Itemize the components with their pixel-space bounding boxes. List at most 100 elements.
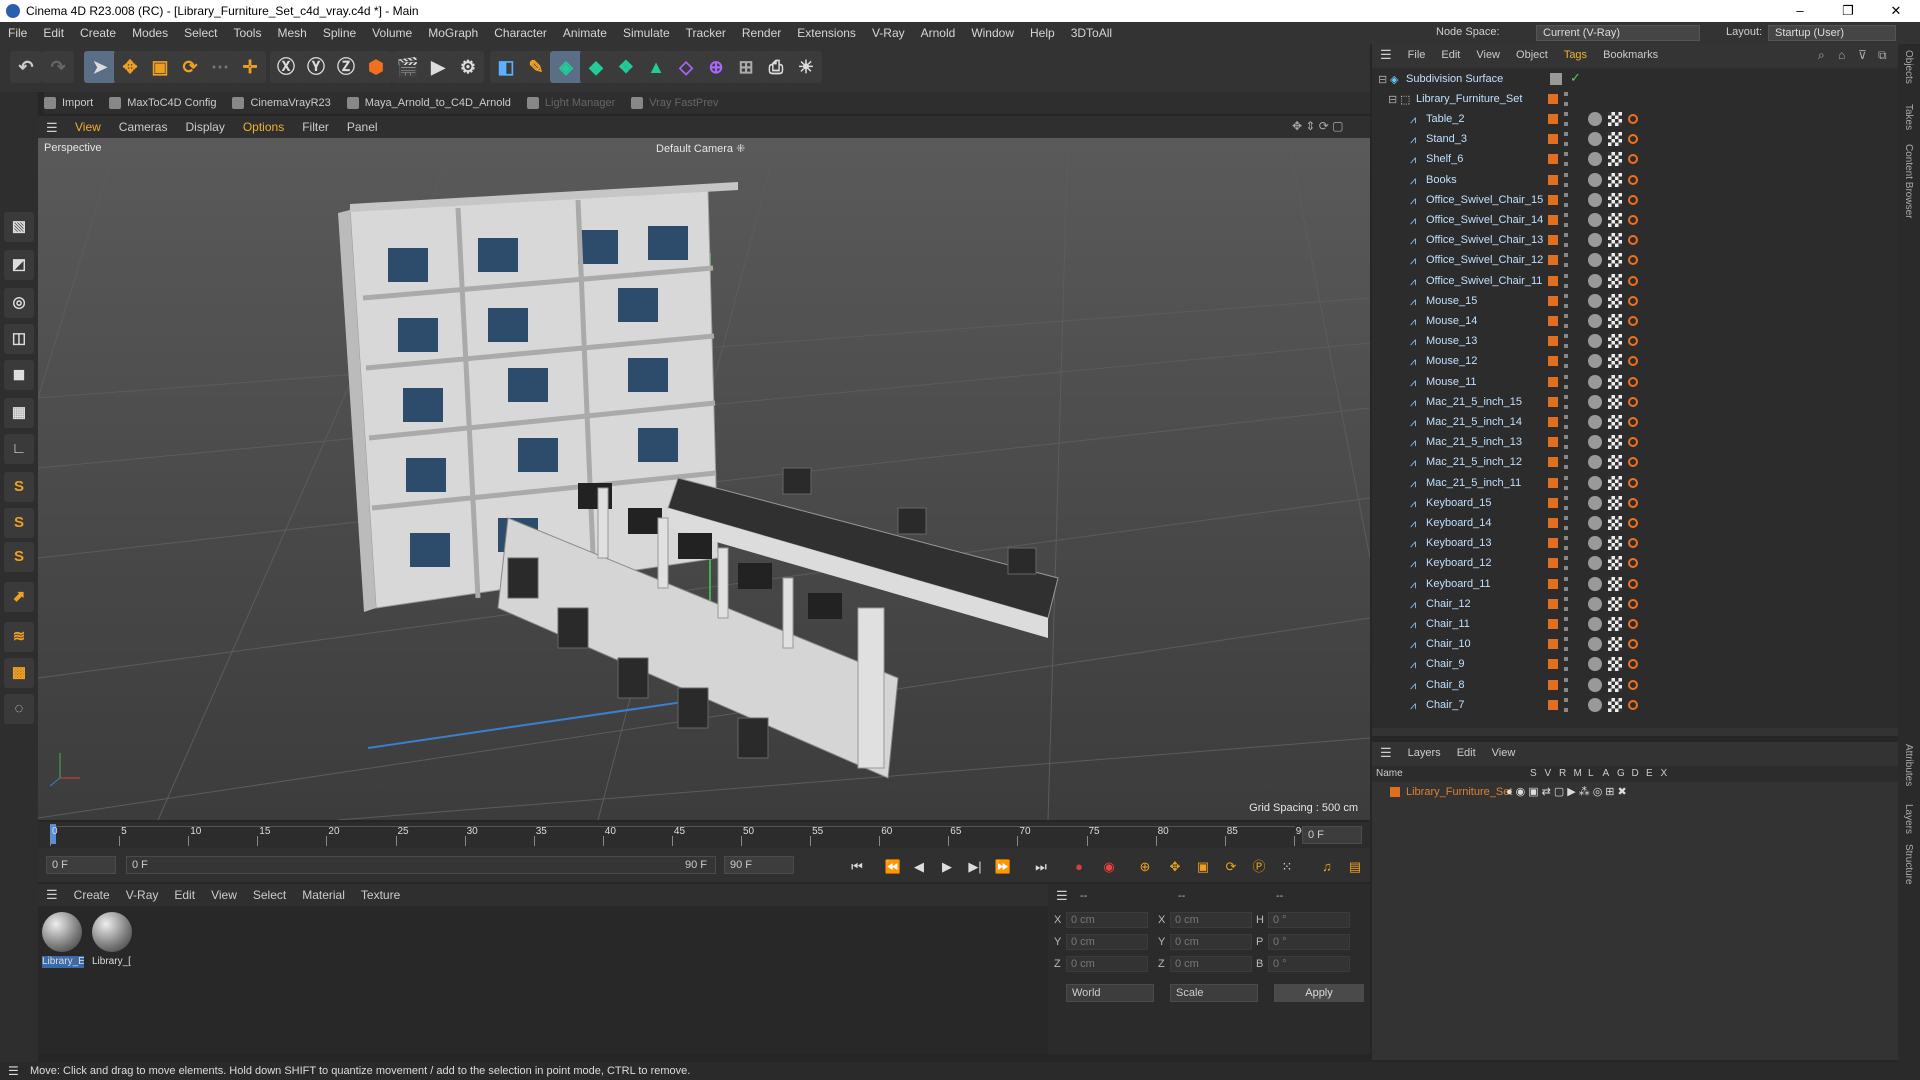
select-arrow-icon[interactable]: ➤ [84,51,116,83]
viewport-menu-panel[interactable]: Panel [338,120,387,134]
position-key-icon[interactable]: ✥ [1164,856,1186,878]
phong-tag-icon[interactable] [1628,659,1638,670]
hamburger-icon[interactable]: ☰ [1372,745,1400,761]
object-row[interactable]: ⩘ Mouse_15 [1372,292,1898,312]
vray-material-tag-icon[interactable] [1588,455,1602,470]
end-frame-field[interactable]: 90 F [724,856,794,874]
menu-help[interactable]: Help [1022,26,1063,40]
visibility-dots-icon[interactable] [1564,394,1568,409]
texture-tag-icon[interactable] [1608,596,1622,611]
texture-tag-icon[interactable] [1608,677,1622,692]
layer-column-flag[interactable]: V [1545,768,1552,779]
coordinate-system-select[interactable]: World [1066,984,1154,1002]
texture-tag-icon[interactable] [1608,273,1622,288]
menu-volume[interactable]: Volume [364,26,420,40]
visibility-dots-icon[interactable] [1564,536,1568,551]
plugin-button[interactable]: MaxToC4D Config [109,97,216,109]
pen-icon[interactable]: ✎ [520,51,552,83]
phong-tag-icon[interactable] [1628,275,1638,286]
phong-tag-icon[interactable] [1628,356,1638,367]
menu-extensions[interactable]: Extensions [789,26,864,40]
object-row[interactable]: ⩘ Keyboard_13 [1372,534,1898,554]
phong-tag-icon[interactable] [1628,518,1638,528]
layer-column-flag[interactable]: X [1661,768,1668,779]
viewport-menu-view[interactable]: View [66,120,110,134]
texture-tag-icon[interactable] [1608,435,1622,450]
texture-tag-icon[interactable] [1608,253,1622,268]
layer-column-flag[interactable]: L [1588,768,1594,779]
layer-row[interactable]: Library_Furniture_Set ●◉▣⇄▢▶⁂◎⊞✖ [1372,784,1898,802]
menu-create[interactable]: Create [72,26,124,40]
texture-tag-icon[interactable] [1608,415,1622,429]
transform-icon[interactable]: ✛ [234,51,266,83]
field-icon[interactable]: ⊕ [700,51,732,83]
menu-render[interactable]: Render [734,26,789,40]
go-to-start-icon[interactable]: ⏮ [846,856,868,878]
coord-value-field[interactable]: 0 ° [1268,912,1350,928]
visibility-dots-icon[interactable] [1564,657,1568,672]
material-menu-material[interactable]: Material [294,888,353,902]
visibility-dots-icon[interactable] [1564,455,1568,470]
object-menu-edit[interactable]: Edit [1433,49,1468,61]
visibility-dots-icon[interactable] [1564,213,1568,227]
visibility-dots-icon[interactable] [1564,112,1568,126]
menu-tracker[interactable]: Tracker [678,26,734,40]
texture-tag-icon[interactable] [1608,192,1622,207]
vray-material-tag-icon[interactable] [1588,132,1602,147]
layer-menu-view[interactable]: View [1484,747,1524,759]
check-icon[interactable]: ✓ [1570,70,1581,86]
next-frame-icon[interactable]: ▶| [964,856,986,878]
texture-tag-icon[interactable] [1608,576,1622,591]
visibility-dots-icon[interactable] [1564,354,1568,369]
visibility-dots-icon[interactable] [1564,596,1568,611]
redo-icon[interactable]: ↷ [42,51,74,83]
plugin-button[interactable]: Maya_Arnold_to_C4D_Arnold [346,97,511,109]
viewport-menu-filter[interactable]: Filter [293,120,338,134]
visibility-dots-icon[interactable] [1564,415,1568,429]
layer-column-flag[interactable]: M [1574,768,1582,779]
viewport-menu-display[interactable]: Display [176,120,233,134]
object-row[interactable]: ⩘ Table_2 [1372,110,1898,130]
phong-tag-icon[interactable] [1628,437,1638,448]
minimize-button[interactable]: – [1780,0,1820,22]
camera-icon[interactable]: ⎙ [760,51,792,83]
layer-menu-layers[interactable]: Layers [1400,747,1449,759]
object-row[interactable]: ⩘ Chair_10 [1372,635,1898,655]
phong-tag-icon[interactable] [1628,699,1638,710]
material-menu-edit[interactable]: Edit [166,888,203,902]
phong-tag-icon[interactable] [1628,134,1638,145]
edges-mode-icon[interactable]: ◫ [4,324,34,354]
texture-tag-icon[interactable] [1608,516,1622,530]
status-menu-icon[interactable]: ☰ [8,1062,19,1080]
object-row[interactable]: ⩘ Office_Swivel_Chair_15 [1372,191,1898,211]
layer-column-flag[interactable]: G [1617,768,1625,779]
phong-tag-icon[interactable] [1628,639,1638,650]
texture-tag-icon[interactable] [1608,394,1622,409]
object-row[interactable]: ⩘ Mouse_12 [1372,352,1898,372]
coord-value-field[interactable]: 0 cm [1170,956,1252,972]
texture-tag-icon[interactable] [1608,617,1622,631]
visibility-dots-icon[interactable] [1564,172,1568,187]
coord-value-field[interactable]: 0 cm [1066,912,1148,928]
phong-tag-icon[interactable] [1628,538,1638,549]
object-row[interactable]: ⩘ Stand_3 [1372,130,1898,150]
z-axis-lock-icon[interactable]: Ⓩ [330,51,362,83]
collapse-icon[interactable]: ⊟ [1378,74,1388,86]
vray-material-tag-icon[interactable] [1588,253,1602,268]
phong-tag-icon[interactable] [1628,396,1638,407]
phong-tag-icon[interactable] [1628,477,1638,488]
object-row[interactable]: ⩘ Chair_8 [1372,676,1898,696]
menu-mograph[interactable]: MoGraph [420,26,486,40]
phong-tag-icon[interactable] [1628,497,1638,508]
vray-material-tag-icon[interactable] [1588,192,1602,207]
parameter-key-icon[interactable]: Ⓟ [1248,856,1270,878]
hamburger-icon[interactable]: ☰ [46,120,58,136]
vray-material-tag-icon[interactable] [1588,374,1602,389]
search-icon[interactable]: ⌕ [1818,48,1825,63]
vray-material-tag-icon[interactable] [1588,576,1602,591]
material-swatch[interactable]: Library_E [42,912,84,972]
preview-range-slider[interactable]: 0 F 90 F [126,856,716,874]
vray-material-tag-icon[interactable] [1588,596,1602,611]
visibility-dots-icon[interactable] [1564,314,1568,328]
vray-material-tag-icon[interactable] [1588,233,1602,248]
